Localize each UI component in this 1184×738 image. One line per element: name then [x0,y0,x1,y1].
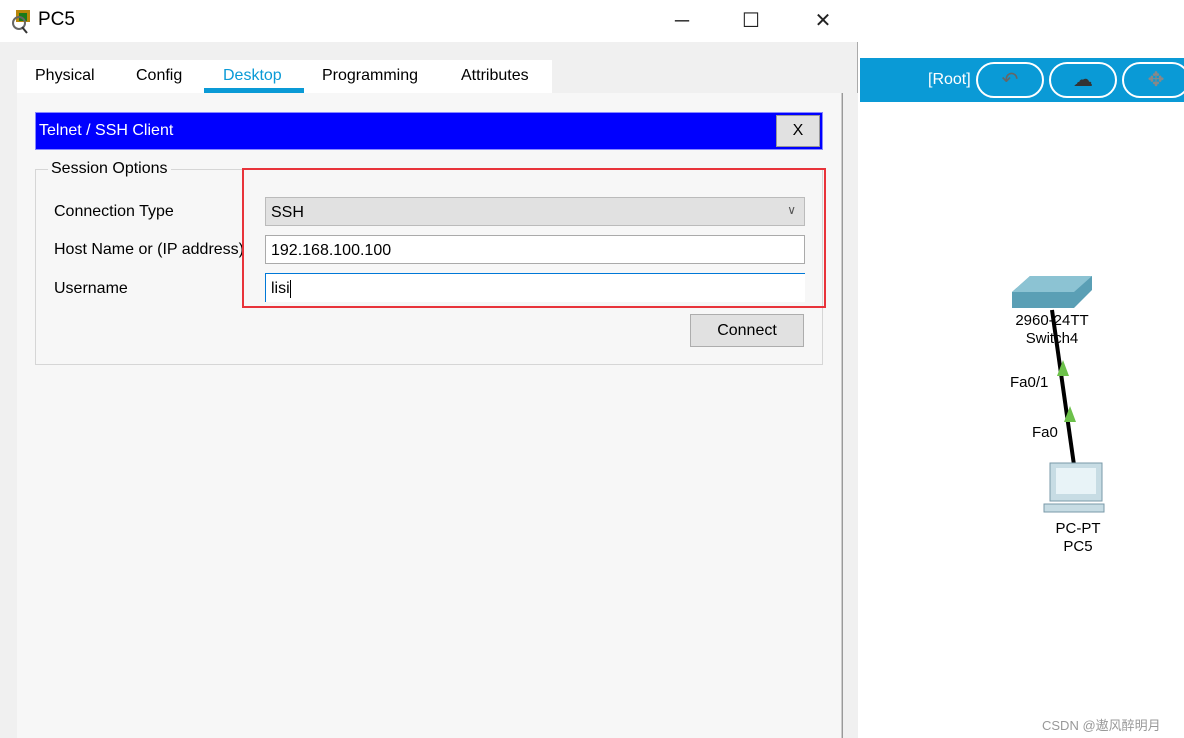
pc5-window: PC5 ─ ☐ ✕ Physical Config Desktop Progra… [0,0,858,738]
window-title: PC5 [38,9,75,30]
switch-name: Switch4 [1025,330,1079,347]
tab-attributes[interactable]: Attributes [461,67,529,85]
close-button[interactable]: ✕ [800,6,846,36]
maximize-button[interactable]: ☐ [728,6,774,36]
group-label: Session Options [48,160,171,178]
move-icon[interactable]: ✥ [1122,62,1184,98]
tab-programming[interactable]: Programming [322,67,418,85]
connection-type-label: Connection Type [54,203,174,220]
switch-model: 2960-24TT [1015,312,1089,329]
pc-model: PC-PT [1055,520,1101,537]
app-header: Telnet / SSH Client X [35,112,823,150]
minimize-button[interactable]: ─ [659,6,705,36]
breadcrumb-root[interactable]: [Root] [928,71,971,89]
tab-physical[interactable]: Physical [35,67,95,85]
username-label: Username [54,280,128,297]
switch-label: 2960-24TT Switch4 [1005,312,1099,348]
pc-app-icon [12,10,30,34]
switch-port-label: Fa0/1 [1010,374,1049,391]
tab-desktop[interactable]: Desktop [223,67,282,85]
pc-name: PC5 [1063,538,1093,555]
app-close-button[interactable]: X [776,115,820,147]
app-title: Telnet / SSH Client [39,122,174,139]
watermark: CSDN @遨风醉明月 [1042,718,1161,733]
pc-port-label: Fa0 [1032,424,1058,441]
connect-button[interactable]: Connect [690,314,804,347]
pc-label: PC-PT PC5 [1040,520,1116,556]
switch-icon[interactable] [1012,276,1092,308]
pc-icon[interactable] [1043,462,1105,513]
title-bar: PC5 ─ ☐ ✕ [0,0,858,42]
highlight-annotation [242,168,826,308]
back-arrow-icon[interactable]: ↶ [976,62,1044,98]
scrollbar[interactable] [842,93,858,738]
host-label: Host Name or (IP address) [54,241,244,258]
tab-config[interactable]: Config [136,67,182,85]
cloud-add-icon[interactable]: ☁ [1049,62,1117,98]
topology-diagram [1012,276,1105,513]
